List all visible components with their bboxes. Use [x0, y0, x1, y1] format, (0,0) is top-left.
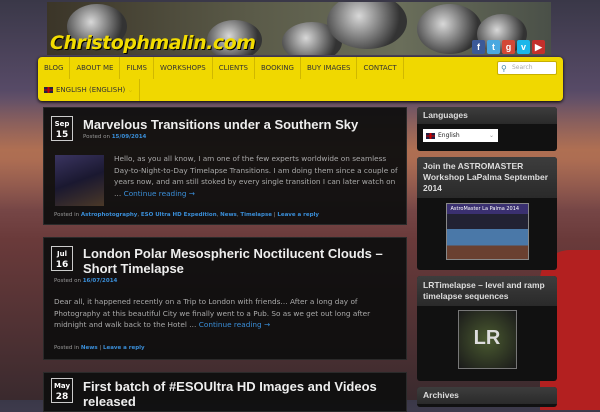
site-header-banner: Christophmalin.com f t g v ▶ — [47, 2, 551, 55]
post-date-badge: Jul 16 — [51, 246, 73, 271]
post-date-link[interactable]: 16/07/2014 — [83, 278, 118, 284]
continue-reading-link[interactable]: Continue reading → — [199, 320, 270, 329]
nav-workshops[interactable]: WORKSHOPS — [154, 57, 213, 79]
nav-booking[interactable]: BOOKING — [255, 57, 301, 79]
post-date-badge: May 28 — [51, 378, 73, 403]
post-meta: Posted on 16/07/2014 — [54, 278, 118, 284]
chevron-down-icon: ⌄ — [127, 86, 134, 94]
category-link[interactable]: ESO Ultra HD Expedition — [141, 212, 217, 218]
chevron-down-icon: ⌄ — [488, 132, 494, 139]
google-plus-icon[interactable]: g — [502, 40, 515, 54]
continue-reading-link[interactable]: Continue reading → — [124, 189, 195, 198]
widget-title: Languages — [417, 107, 557, 124]
post-title[interactable]: Marvelous Transitions under a Southern S… — [83, 117, 401, 132]
post-title[interactable]: London Polar Mesospheric Noctilucent Clo… — [83, 246, 401, 276]
category-link[interactable]: Timelapse — [240, 212, 272, 218]
post-meta: Posted on 15/09/2014 — [83, 134, 147, 140]
post-title[interactable]: First batch of #ESOUltra HD Images and V… — [83, 379, 401, 409]
post-categories: Posted in News | Leave a reply — [54, 345, 145, 351]
search-input[interactable]: ⚲ Search — [497, 61, 557, 75]
widget-title: Archives — [417, 387, 557, 404]
vimeo-icon[interactable]: v — [517, 40, 530, 54]
post-thumbnail[interactable] — [55, 155, 104, 206]
youtube-icon[interactable]: ▶ — [532, 40, 545, 54]
post: Sep 15 Marvelous Transitions under a Sout… — [43, 107, 407, 225]
site-logo[interactable]: Christophmalin.com — [50, 32, 256, 54]
leave-reply-link[interactable]: Leave a reply — [277, 212, 319, 218]
nav-clients[interactable]: CLIENTS — [213, 57, 255, 79]
category-link[interactable]: News — [81, 345, 98, 351]
widget-title: LRTimelapse – level and ramp timelapse s… — [417, 276, 557, 306]
workshop-banner-image[interactable]: AstroMaster La Palma 2014 — [445, 203, 529, 260]
nav-blog[interactable]: BLOG — [38, 57, 71, 79]
main-navigation: BLOG ABOUT ME FILMS WORKSHOPS CLIENTS BO… — [38, 57, 563, 101]
languages-widget: Languages English ⌄ — [417, 107, 557, 151]
category-link[interactable]: News — [220, 212, 237, 218]
post-date-link[interactable]: 15/09/2014 — [112, 134, 147, 140]
lrtimelapse-widget: LRTimelapse – level and ramp timelapse s… — [417, 276, 557, 381]
leave-reply-link[interactable]: Leave a reply — [103, 345, 145, 351]
uk-flag-icon — [44, 87, 53, 93]
post-categories: Posted in Astrophotography, ESO Ultra HD… — [54, 212, 319, 218]
nav-films[interactable]: FILMS — [120, 57, 154, 79]
nav-language[interactable]: ENGLISH (ENGLISH) ⌄ — [38, 79, 141, 101]
workshop-widget: Join the ASTROMASTER Workshop LaPalma Se… — [417, 157, 557, 270]
widget-title: Join the ASTROMASTER Workshop LaPalma Se… — [417, 157, 557, 198]
post-date-badge: Sep 15 — [51, 116, 73, 141]
twitter-icon[interactable]: t — [487, 40, 500, 54]
post-excerpt: Dear all, it happened recently on a Trip… — [54, 297, 371, 329]
language-select[interactable]: English ⌄ — [423, 129, 498, 142]
post: Jul 16 London Polar Mesospheric Noctiluce… — [43, 237, 407, 360]
lrtimelapse-logo-image[interactable]: LR — [457, 310, 517, 369]
uk-flag-icon — [426, 132, 435, 139]
search-icon: ⚲ — [501, 64, 507, 73]
post-excerpt: Hello, as you all know, I am one of the … — [114, 154, 398, 198]
archives-widget: Archives — [417, 387, 557, 407]
nav-about-me[interactable]: ABOUT ME — [70, 57, 121, 79]
facebook-icon[interactable]: f — [472, 40, 485, 54]
social-icons: f t g v ▶ — [472, 40, 545, 54]
nav-contact[interactable]: CONTACT — [357, 57, 404, 79]
category-link[interactable]: Astrophotography — [81, 212, 138, 218]
post: May 28 First batch of #ESOUltra HD Images… — [43, 372, 407, 412]
nav-buy-images[interactable]: BUY IMAGES — [301, 57, 358, 79]
